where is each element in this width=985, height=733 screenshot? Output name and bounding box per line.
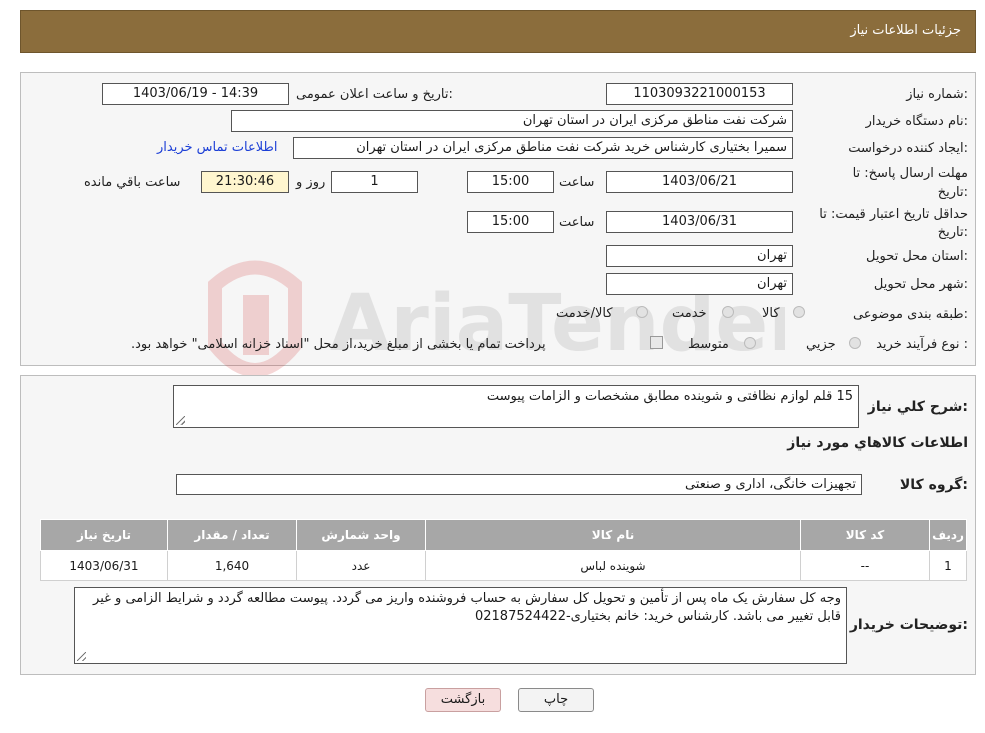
delivery-province-label: استان محل تحویل: (866, 249, 968, 264)
announce-datetime-label: تاریخ و ساعت اعلان عمومی: (296, 87, 453, 102)
cell-row-number: 1 (929, 550, 967, 581)
buyer-contact-link[interactable]: اطلاعات تماس خریدار (157, 140, 277, 155)
required-items-title: اطلاعات کالاهاي مورد نياز (787, 435, 968, 451)
goods-group-field: تجهیزات خانگی، اداری و صنعتی (176, 474, 862, 495)
resize-handle-icon[interactable] (77, 652, 86, 661)
announce-datetime-field: 1403/06/19 - 14:39 (102, 83, 289, 105)
process-minor-label: جزيي (806, 337, 836, 352)
category-goods-radio[interactable] (793, 306, 805, 318)
request-creator-label: ایجاد کننده درخواست: (848, 141, 968, 156)
response-deadline-label-2: تاریخ: (937, 185, 968, 200)
table-row: 1 -- شوینده لباس عدد 1,640 1403/06/31 (40, 550, 967, 581)
page-title: جزئیات اطلاعات نیاز (850, 23, 961, 38)
general-description-label: شرح کلي نياز: (867, 399, 968, 415)
items-table: رديف کد کالا نام کالا واحد شمارش تعداد /… (40, 519, 967, 581)
table-header-row: رديف کد کالا نام کالا واحد شمارش تعداد /… (40, 519, 967, 551)
cell-item-name: شوینده لباس (425, 550, 801, 581)
request-creator-field: سمیرا بختیاری کارشناس خرید شرکت نفت مناط… (293, 137, 793, 159)
remaining-time-field: 21:30:46 (201, 171, 289, 193)
delivery-city-field: تهران (606, 273, 793, 295)
days-label: روز و (296, 175, 326, 190)
price-validity-time-field: 15:00 (467, 211, 554, 233)
treasury-bonds-checkbox[interactable] (650, 336, 663, 349)
remaining-days-field: 1 (331, 171, 418, 193)
price-validity-label: حداقل تاریخ اعتبار قیمت: تا (819, 207, 968, 222)
category-service-radio[interactable] (722, 306, 734, 318)
col-date-header: تاریخ نیاز (40, 519, 168, 551)
delivery-city-label: شهر محل تحویل: (873, 277, 968, 292)
category-service-label: خدمت (672, 306, 707, 321)
general-description-text: 15 قلم لوازم نظافتی و شوینده مطابق مشخصا… (486, 389, 853, 404)
treasury-bonds-note: پرداخت تمام یا بخشی از مبلغ خرید،از محل … (131, 337, 546, 352)
price-validity-label-2: تاریخ: (937, 225, 968, 240)
cell-item-code: -- (800, 550, 930, 581)
buyer-notes-field: وجه کل سفارش یک ماه پس از تأمین و تحویل … (74, 587, 847, 664)
print-button[interactable]: چاپ (518, 688, 594, 712)
col-code-header: کد کالا (800, 519, 930, 551)
cell-unit: عدد (296, 550, 426, 581)
category-goods-service-label: کالا/خدمت (556, 306, 613, 321)
price-validity-date-field: 1403/06/31 (606, 211, 793, 233)
cell-need-date: 1403/06/31 (40, 550, 168, 581)
response-deadline-time-field: 15:00 (467, 171, 554, 193)
need-number-label: شماره نیاز: (906, 87, 968, 102)
general-description-field: 15 قلم لوازم نظافتی و شوینده مطابق مشخصا… (173, 385, 859, 428)
buyer-org-field: شرکت نفت مناطق مرکزی ایران در استان تهرا… (231, 110, 793, 132)
response-time-label: ساعت (559, 175, 595, 190)
category-goods-label: کالا (762, 306, 780, 321)
response-deadline-label: مهلت ارسال پاسخ: تا (852, 166, 968, 181)
delivery-province-field: تهران (606, 245, 793, 267)
col-name-header: نام کالا (425, 519, 801, 551)
back-button[interactable]: بازگشت (425, 688, 501, 712)
buyer-notes-label: توضیحات خریدار: (849, 617, 968, 633)
process-medium-radio[interactable] (744, 337, 756, 349)
buyer-org-label: نام دستگاه خریدار: (865, 114, 968, 129)
remaining-time-label: ساعت باقي مانده (84, 175, 181, 190)
col-unit-header: واحد شمارش (296, 519, 426, 551)
goods-group-label: گروه کالا: (899, 477, 968, 493)
process-medium-label: متوسط (688, 337, 729, 352)
subject-category-label: طبقه بندی موضوعی: (852, 307, 968, 322)
process-minor-radio[interactable] (849, 337, 861, 349)
purchase-process-label: نوع فرآیند خرید : (876, 337, 968, 352)
col-row-header: رديف (929, 519, 967, 551)
cell-quantity: 1,640 (167, 550, 297, 581)
resize-handle-icon[interactable] (176, 416, 185, 425)
category-goods-service-radio[interactable] (636, 306, 648, 318)
col-qty-header: تعداد / مقدار (167, 519, 297, 551)
validity-time-label: ساعت (559, 215, 595, 230)
need-number-field: 1103093221000153 (606, 83, 793, 105)
page-header: جزئیات اطلاعات نیاز (20, 10, 976, 53)
response-deadline-date-field: 1403/06/21 (606, 171, 793, 193)
buyer-notes-text: وجه کل سفارش یک ماه پس از تأمین و تحویل … (93, 591, 841, 624)
